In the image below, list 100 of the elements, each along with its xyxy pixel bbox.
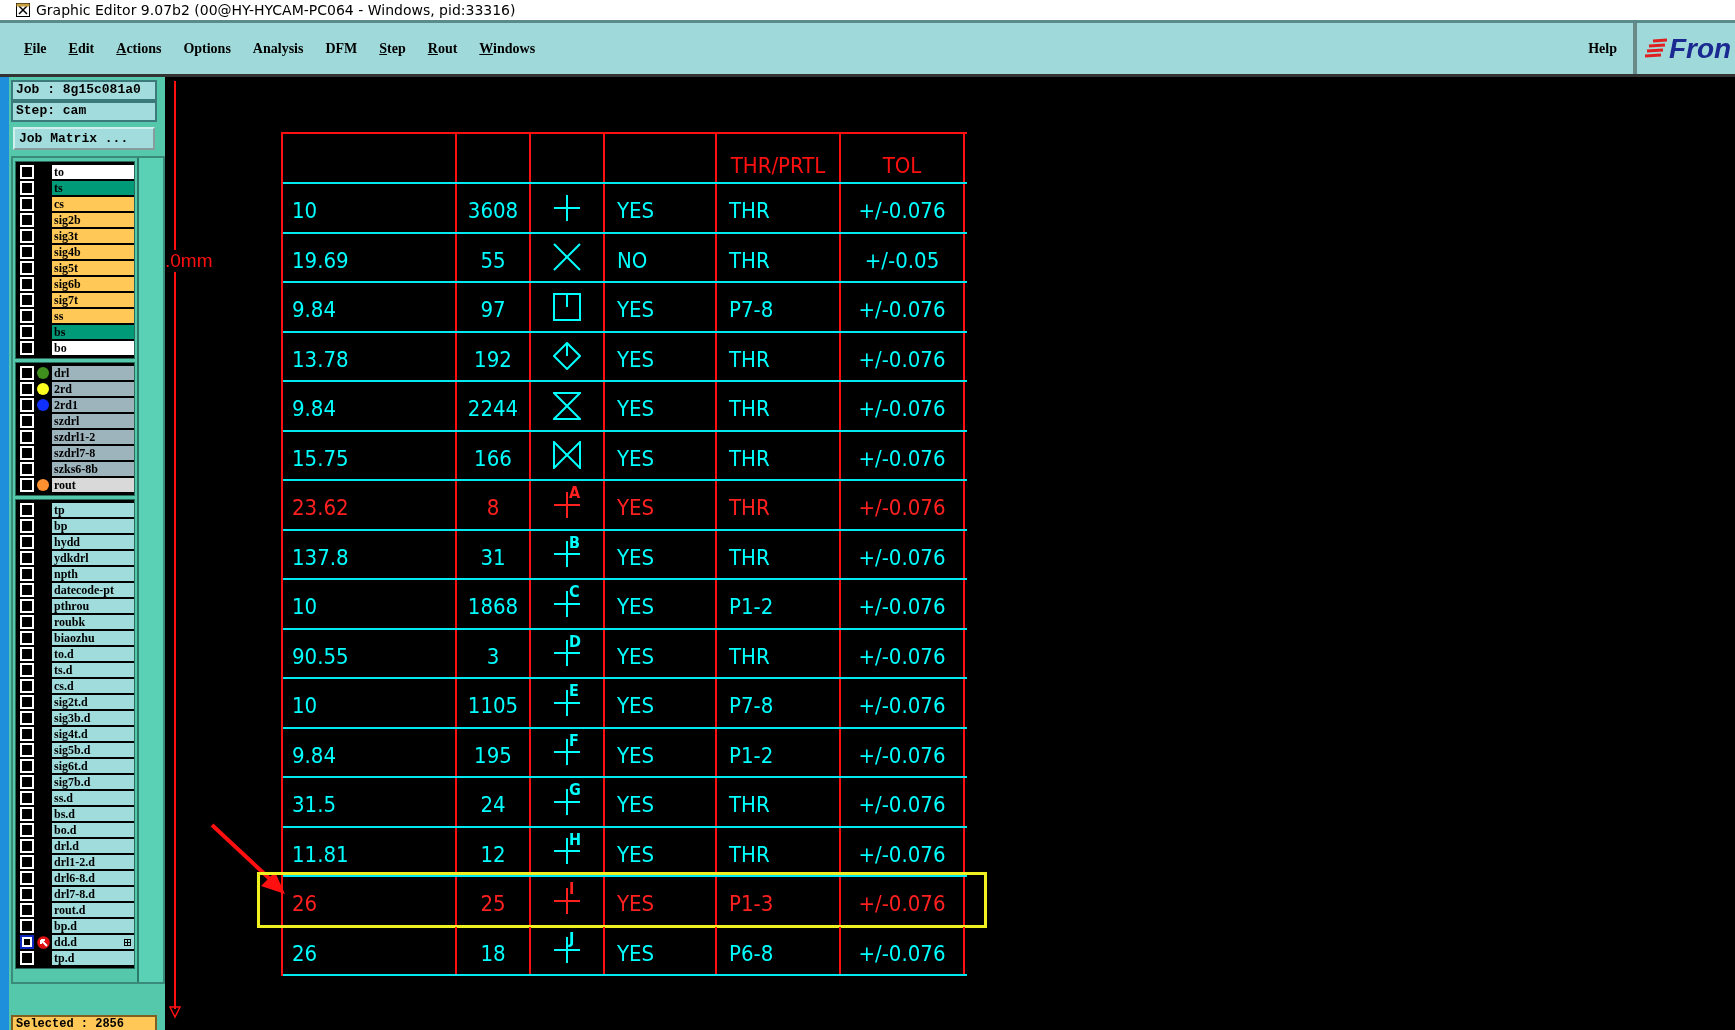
symbol-letter: G	[569, 780, 581, 799]
layer-name[interactable]: sig5t	[52, 261, 134, 275]
table-cell: 3608	[467, 198, 519, 224]
table-cell: THR	[729, 841, 770, 867]
layer-name[interactable]: sig2t.d	[52, 695, 134, 709]
layer-name[interactable]: drl7-8.d	[52, 887, 134, 901]
layer-name[interactable]: pthrou	[52, 599, 134, 613]
table-cell: 12	[480, 841, 506, 867]
menu-item[interactable]: Step	[379, 40, 406, 57]
table-cell: +/-0.05	[864, 247, 940, 273]
table-cell: 19.69	[292, 247, 349, 273]
column-header: TOL	[882, 152, 922, 178]
layer-name[interactable]: szdrl	[52, 414, 134, 428]
layer-name[interactable]: drl6-8.d	[52, 871, 134, 885]
table-cell: +/-0.076	[858, 643, 946, 669]
menu-item[interactable]: File	[24, 40, 47, 57]
scroll-track[interactable]	[137, 158, 163, 982]
layer-name[interactable]: szdrl1-2	[52, 430, 134, 444]
layer-name[interactable]: biaozhu	[52, 631, 134, 645]
table-cell: YES	[617, 297, 655, 323]
layer-name[interactable]: ydkdrl	[52, 551, 134, 565]
grid-icon	[124, 939, 131, 946]
layer-name[interactable]: rout	[52, 478, 134, 492]
layer-name[interactable]: szks6-8b	[52, 462, 134, 476]
layer-name[interactable]: ss.d	[52, 791, 134, 805]
layer-name[interactable]: sig3t	[52, 229, 134, 243]
table-cell: YES	[617, 396, 655, 422]
table-cell: THR	[729, 396, 770, 422]
layer-name[interactable]: tp.d	[52, 951, 134, 965]
layer-name[interactable]: sig3b.d	[52, 711, 134, 725]
layer-name[interactable]: drl1-2.d	[52, 855, 134, 869]
layer-name[interactable]: sig4t.d	[52, 727, 134, 741]
table-cell: YES	[617, 594, 655, 620]
symbol-letter: I	[569, 879, 575, 898]
column-header: THR/PRTL	[730, 152, 826, 178]
layer-name[interactable]: datecode-pt	[52, 583, 134, 597]
table-cell: THR	[729, 792, 770, 818]
layer-name[interactable]: roubk	[52, 615, 134, 629]
square-icon	[553, 292, 581, 321]
layer-name[interactable]: 2rd1	[52, 398, 134, 412]
layer-name[interactable]: to	[52, 165, 134, 179]
layer-name[interactable]: sig2b	[52, 213, 134, 227]
menu-item[interactable]: Rout	[427, 40, 458, 57]
table-cell: P6-8	[729, 940, 774, 966]
layer-name[interactable]: tp	[52, 503, 134, 517]
table-cell: YES	[617, 693, 655, 719]
layer-name[interactable]: bo.d	[52, 823, 134, 837]
layer-name[interactable]: drl	[52, 366, 134, 380]
layer-name[interactable]: bp	[52, 519, 134, 533]
layer-name[interactable]: bo	[52, 341, 134, 355]
layer-name[interactable]: sig6b	[52, 277, 134, 291]
logo-text: Fron	[1669, 32, 1732, 65]
layer-name[interactable]: dd.d	[52, 935, 134, 949]
layer-name[interactable]: bp.d	[52, 919, 134, 933]
step-label: Step: cam	[11, 101, 157, 122]
menu-item[interactable]: DFM	[325, 40, 358, 57]
menu-item[interactable]: Analysis	[252, 40, 304, 57]
layer-name[interactable]: sig7b.d	[52, 775, 134, 789]
layer-name[interactable]: ts.d	[52, 663, 134, 677]
checkbox[interactable]	[20, 935, 34, 949]
table-cell: P7-8	[729, 297, 774, 323]
layer-name[interactable]: hydd	[52, 535, 134, 549]
table-cell: +/-0.076	[858, 297, 946, 323]
job-label: Job : 8g15c081a0	[11, 80, 157, 101]
table-cell: THR	[729, 346, 770, 372]
table-cell: 23.62	[292, 495, 349, 521]
help-menu[interactable]: Help	[1588, 40, 1617, 57]
layer-name[interactable]: bs	[52, 325, 134, 339]
layer-name[interactable]: rout.d	[52, 903, 134, 917]
layer-name[interactable]: cs.d	[52, 679, 134, 693]
table-cell: +/-0.076	[858, 742, 946, 768]
layer-name[interactable]: 2rd	[52, 382, 134, 396]
layer-name[interactable]: sig4b	[52, 245, 134, 259]
menu-item[interactable]: Actions	[116, 40, 162, 57]
table-cell: +/-0.076	[858, 594, 946, 620]
table-cell: 8	[486, 495, 500, 521]
menu-item[interactable]: Edit	[68, 40, 95, 57]
layer-name[interactable]: szdrl7-8	[52, 446, 134, 460]
table-cell: P1-3	[729, 891, 774, 917]
layer-name[interactable]: sig5b.d	[52, 743, 134, 757]
job-matrix-button[interactable]: Job Matrix ...	[13, 127, 155, 150]
menu-item[interactable]: Windows	[479, 40, 536, 57]
layer-name[interactable]: sig7t	[52, 293, 134, 307]
table-cell: THR	[729, 198, 770, 224]
layer-name[interactable]: npth	[52, 567, 134, 581]
table-cell: YES	[617, 346, 655, 372]
layer-name[interactable]: bs.d	[52, 807, 134, 821]
pointer-icon	[36, 935, 50, 949]
diamond-icon	[553, 342, 581, 371]
table-cell: 1105	[467, 693, 519, 719]
layer-name[interactable]: drl.d	[52, 839, 134, 853]
layer-name[interactable]: sig6t.d	[52, 759, 134, 773]
table-cell: YES	[617, 792, 655, 818]
menu-item[interactable]: Options	[183, 40, 231, 57]
table-cell: 97	[480, 297, 506, 323]
symbol-letter: J	[569, 928, 575, 948]
layer-name[interactable]: ts	[52, 181, 134, 195]
layer-name[interactable]: to.d	[52, 647, 134, 661]
layer-name[interactable]: cs	[52, 197, 134, 211]
layer-name[interactable]: ss	[52, 309, 134, 323]
